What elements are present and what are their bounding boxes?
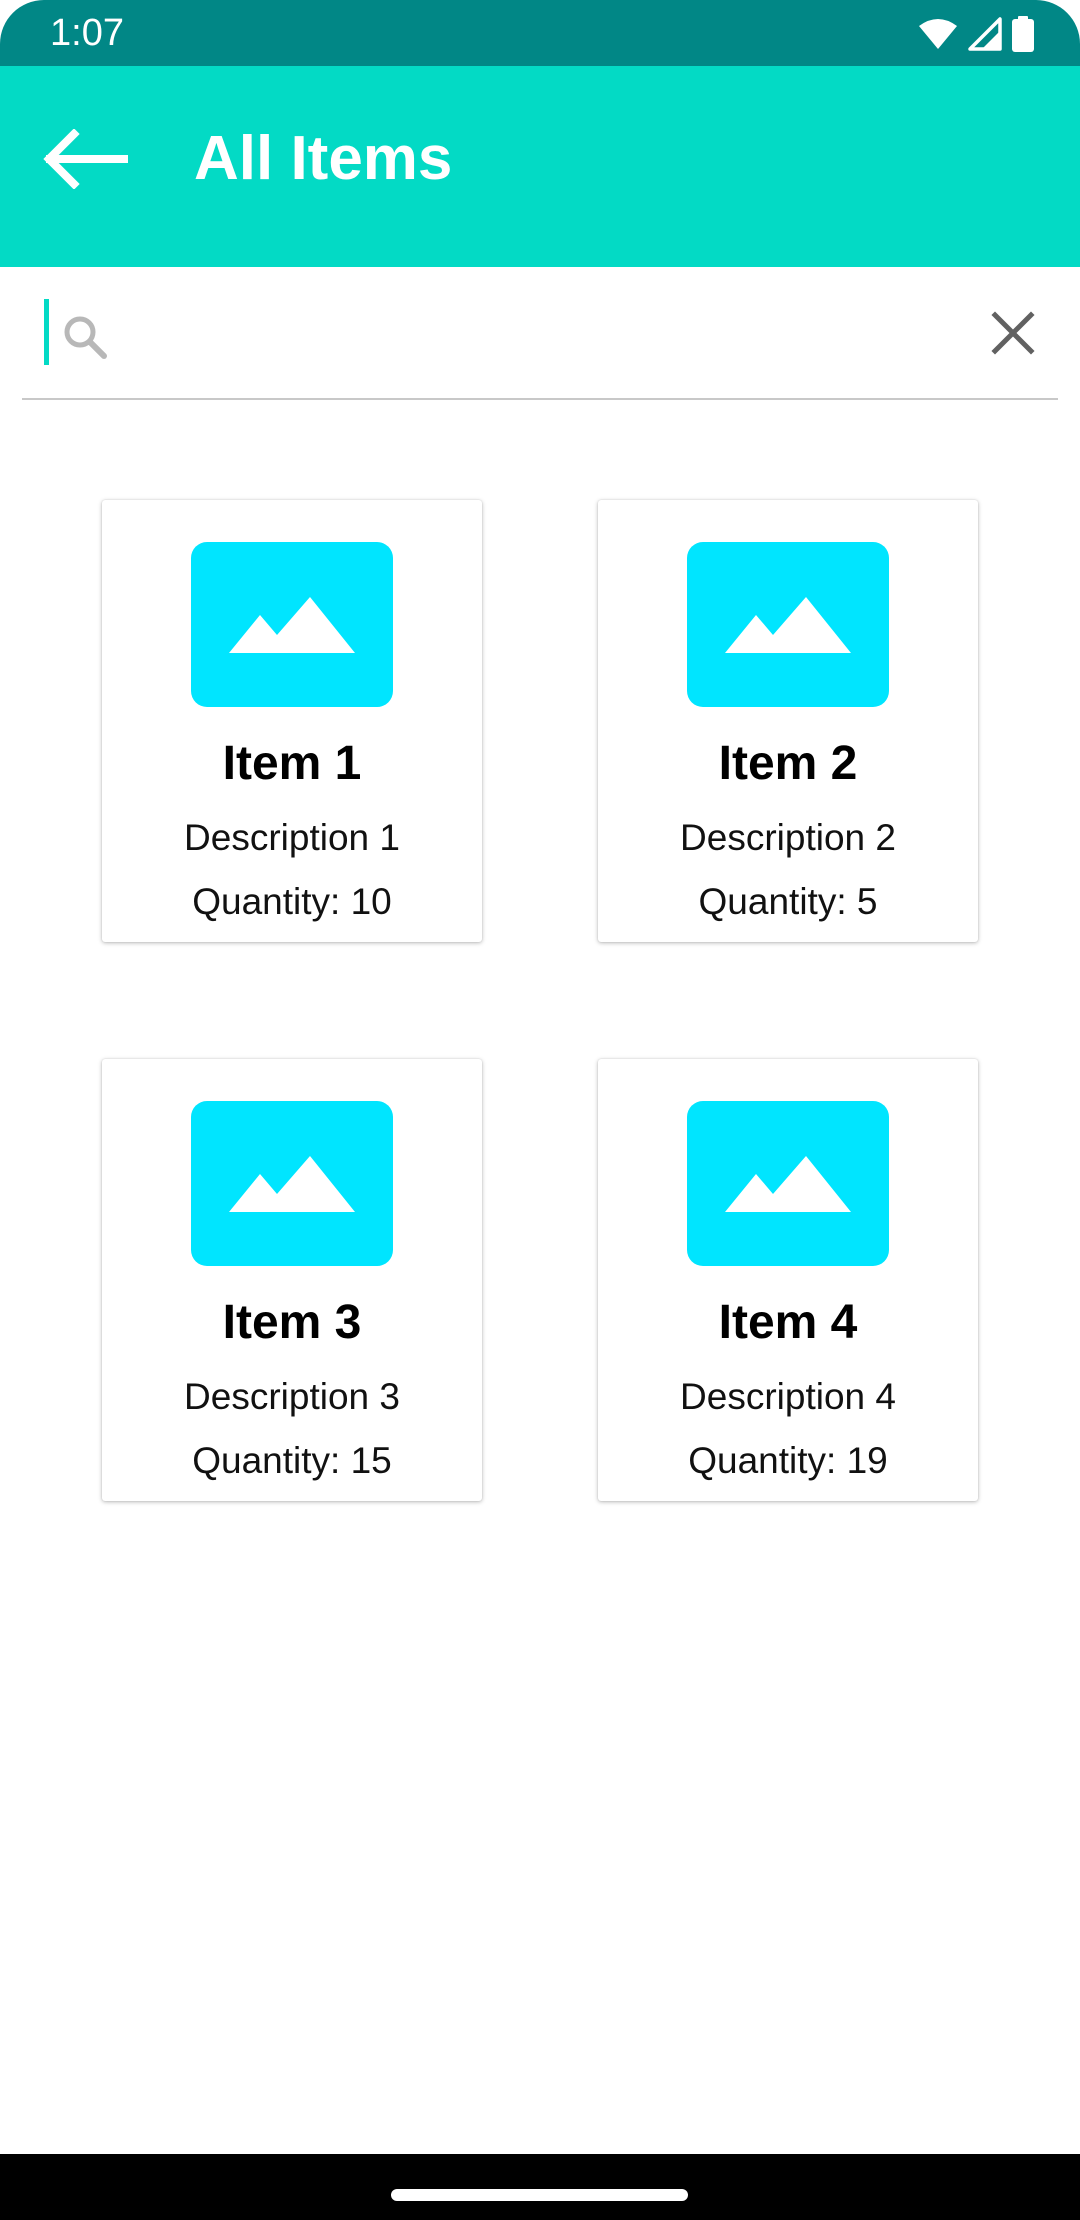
back-button[interactable] (30, 106, 140, 216)
item-description: Description 2 (680, 817, 896, 858)
app-screen: 1:07 All Items Item 1 Description 1 Quan… (0, 0, 1080, 2220)
clear-search-button[interactable] (958, 290, 1068, 380)
image-placeholder-icon (191, 1101, 393, 1266)
battery-icon (1012, 16, 1034, 52)
item-title: Item 1 (222, 737, 362, 790)
image-placeholder-icon (191, 542, 393, 707)
image-placeholder-icon (687, 1101, 889, 1266)
item-card[interactable]: Item 4 Description 4 Quantity: 19 (598, 1059, 978, 1501)
item-card[interactable]: Item 1 Description 1 Quantity: 10 (102, 500, 482, 942)
item-title: Item 3 (222, 1296, 362, 1349)
arrow-left-icon (42, 127, 128, 194)
navigation-bar (0, 2154, 1080, 2220)
item-card[interactable]: Item 3 Description 3 Quantity: 15 (102, 1059, 482, 1501)
cell-signal-icon (968, 17, 1002, 51)
image-placeholder-icon (687, 542, 889, 707)
page-title: All Items (194, 124, 453, 193)
search-input[interactable] (126, 300, 950, 374)
home-indicator[interactable] (391, 2189, 688, 2201)
close-icon (991, 310, 1035, 360)
item-quantity: Quantity: 15 (192, 1440, 392, 1481)
item-title: Item 4 (718, 1296, 858, 1349)
item-description: Description 3 (184, 1376, 400, 1417)
item-quantity: Quantity: 19 (688, 1440, 888, 1481)
status-time: 1:07 (50, 12, 124, 54)
item-quantity: Quantity: 5 (698, 881, 878, 922)
item-card[interactable]: Item 2 Description 2 Quantity: 5 (598, 500, 978, 942)
status-bar: 1:07 (0, 0, 1080, 66)
item-description: Description 1 (184, 817, 400, 858)
app-bar: All Items (0, 66, 1080, 267)
item-quantity: Quantity: 10 (192, 881, 392, 922)
text-cursor (44, 299, 49, 365)
search-icon (60, 312, 110, 362)
item-title: Item 2 (718, 737, 858, 790)
status-icons (918, 14, 1034, 54)
item-description: Description 4 (680, 1376, 896, 1417)
wifi-icon (918, 18, 958, 50)
search-bar (22, 280, 1058, 400)
